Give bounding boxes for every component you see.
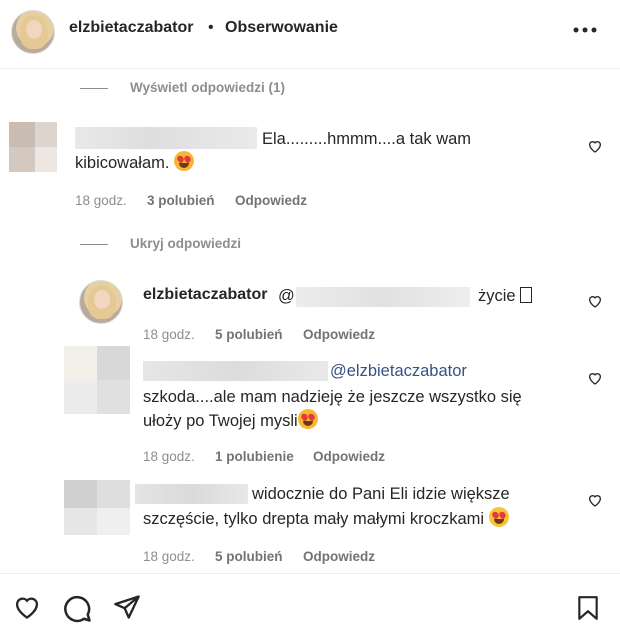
reply-text: szkoda....ale mam nadzieję że jeszcze ws… [143,388,522,406]
smiling-hearts-emoji-icon [488,507,509,527]
comment-likes[interactable]: 3 polubień [147,193,215,208]
comment-likes[interactable]: 5 polubień [215,327,283,342]
comment-likes[interactable]: 5 polubień [215,549,283,564]
reply-button[interactable]: Odpowiedz [313,449,385,464]
star-struck-emoji-icon [297,409,318,429]
reply-text: życie [478,283,533,309]
action-bar [0,573,620,632]
header-username[interactable]: elzbietaczabator [69,19,193,37]
commenter-avatar[interactable] [64,346,130,414]
more-horizontal-icon[interactable] [573,26,597,34]
mention-link[interactable]: @elzbietaczabator [330,358,467,384]
header-separator: • [208,19,214,36]
redacted-username [135,484,248,504]
missing-glyph-icon [520,287,533,303]
comment-text-continued: kibicowałam. [75,150,195,176]
reply-text: widocznie do Pani Eli idzie większe [252,485,510,503]
commenter-avatar[interactable] [9,122,57,172]
profile-avatar[interactable] [11,10,55,54]
comment-icon[interactable] [62,593,92,623]
replies-divider-line [80,244,108,245]
like-comment-icon[interactable] [587,293,603,309]
commenter-avatar[interactable] [64,480,130,535]
reply-button[interactable]: Odpowiedz [303,549,375,564]
like-comment-icon[interactable] [587,138,603,154]
reply-username[interactable]: elzbietaczabator [143,286,267,304]
mention-prefix: @ [278,287,295,305]
comment-text: Ela.........hmmm....a tak wam [262,130,472,148]
post-header: elzbietaczabator • Obserwowanie [0,0,620,69]
star-struck-emoji-icon [174,151,195,171]
redacted-mention [296,287,470,307]
reply-button[interactable]: Odpowiedz [235,193,307,208]
reply-text-continued: ułoży po Twojej mysli [143,408,318,434]
like-comment-icon[interactable] [587,370,603,386]
send-icon[interactable] [113,593,141,621]
redacted-username [143,361,328,381]
bookmark-icon[interactable] [575,593,601,623]
comment-time: 18 godz. [143,327,195,342]
comment-time: 18 godz. [143,449,195,464]
comment-time: 18 godz. [143,549,195,564]
following-button[interactable]: Obserwowanie [225,19,338,37]
comment-likes[interactable]: 1 polubienie [215,449,294,464]
redacted-username [75,127,257,149]
reply-text-continued: szczęście, tylko drepta mały małymi kroc… [143,506,509,532]
comment-time: 18 godz. [75,193,127,208]
like-comment-icon[interactable] [587,492,603,508]
replies-divider-line [80,88,108,89]
reply-button[interactable]: Odpowiedz [303,327,375,342]
view-replies-button[interactable]: Wyświetl odpowiedzi (1) [130,80,285,95]
reply-avatar[interactable] [79,280,123,324]
heart-icon[interactable] [12,593,42,621]
hide-replies-button[interactable]: Ukryj odpowiedzi [130,236,241,251]
